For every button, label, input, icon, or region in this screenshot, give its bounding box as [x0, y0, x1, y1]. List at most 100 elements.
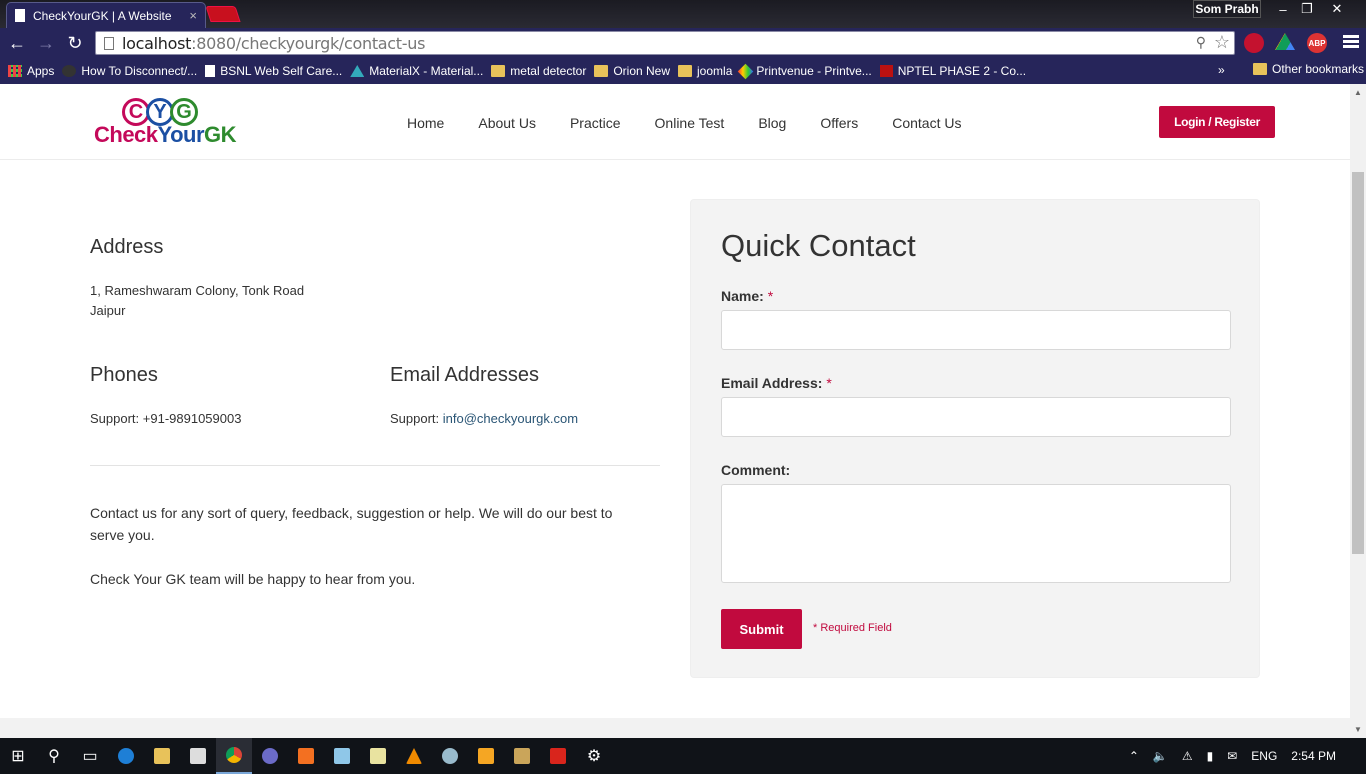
- required-field-note: * Required Field: [813, 622, 892, 634]
- chrome-taskbar-icon[interactable]: [216, 738, 252, 774]
- email-label: Email Address: *: [721, 375, 832, 391]
- acrobat-icon[interactable]: [540, 738, 576, 774]
- main-nav: Home About Us Practice Online Test Blog …: [390, 115, 978, 131]
- folder-icon: [491, 65, 506, 77]
- notes-icon[interactable]: [360, 738, 396, 774]
- address-bar[interactable]: localhost:8080/checkyourgk/contact-us ⚲ …: [95, 31, 1235, 55]
- phone-text: Support: +91-9891059003: [90, 411, 242, 426]
- bookmark-apps[interactable]: Apps: [8, 64, 54, 78]
- volume-icon[interactable]: 🔈: [1153, 749, 1168, 763]
- nav-online-test[interactable]: Online Test: [655, 115, 725, 131]
- site-icon: [62, 65, 77, 77]
- printvenue-icon: [738, 63, 754, 79]
- browser-tabstrip: CheckYourGK | A Website × Som Prabh – ❐ …: [0, 0, 1366, 28]
- address-heading: Address: [90, 236, 164, 258]
- scrollbar-thumb[interactable]: [1352, 172, 1364, 554]
- email-heading: Email Addresses: [390, 364, 539, 386]
- materialx-icon: [350, 65, 365, 77]
- forward-icon[interactable]: →: [34, 31, 58, 55]
- bookmark-folder[interactable]: Orion New: [594, 64, 670, 78]
- other-bookmarks[interactable]: Other bookmarks: [1253, 62, 1364, 76]
- nav-offers[interactable]: Offers: [820, 115, 858, 131]
- email-text: Support: info@checkyourgk.com: [390, 411, 579, 426]
- name-label: Name: *: [721, 288, 774, 304]
- tab-title: CheckYourGK | A Website: [33, 8, 172, 23]
- reload-icon[interactable]: ↻: [63, 31, 87, 55]
- url-text[interactable]: localhost:8080/checkyourgk/contact-us: [122, 34, 425, 53]
- bookmark-folder[interactable]: joomla: [678, 64, 732, 78]
- contact-paragraph: Contact us for any sort of query, feedba…: [90, 505, 613, 543]
- footer-strip: [0, 718, 1350, 738]
- team-paragraph: Check Your GK team will be happy to hear…: [90, 571, 416, 587]
- stop-extension-icon[interactable]: [1244, 33, 1264, 53]
- chrome-menu-icon[interactable]: [1343, 33, 1359, 53]
- network-icon[interactable]: ⚠: [1182, 749, 1193, 763]
- battery-icon[interactable]: ▮: [1207, 749, 1214, 763]
- bookmark-item[interactable]: NPTEL PHASE 2 - Co...: [879, 64, 1026, 78]
- bookmark-star-icon[interactable]: ☆: [1214, 32, 1230, 53]
- xampp-icon[interactable]: [288, 738, 324, 774]
- vlc-icon[interactable]: [396, 738, 432, 774]
- windows-start-icon[interactable]: ⊞: [0, 738, 36, 774]
- email-link[interactable]: info@checkyourgk.com: [443, 411, 578, 426]
- windows-taskbar: ⊞ ⚲ ▭ ⚙ ⌃ 🔈 ⚠ ▮ ✉ ENG 2:54 PM: [0, 738, 1366, 774]
- clock[interactable]: 2:54 PM: [1291, 749, 1336, 763]
- address-text: 1, Rameshwaram Colony, Tonk Road Jaipur: [90, 283, 305, 318]
- logo-wordmark: CheckYourGK: [94, 122, 237, 147]
- phones-heading: Phones: [90, 364, 158, 386]
- minimize-button[interactable]: –: [1270, 0, 1296, 18]
- tab-close-icon[interactable]: ×: [189, 8, 197, 23]
- task-view-icon[interactable]: ▭: [72, 738, 108, 774]
- scroll-down-icon[interactable]: ▼: [1354, 725, 1362, 734]
- file-explorer-icon[interactable]: [144, 738, 180, 774]
- language-indicator[interactable]: ENG: [1251, 749, 1277, 763]
- bookmark-item[interactable]: MaterialX - Material...: [350, 64, 483, 78]
- nav-blog[interactable]: Blog: [758, 115, 786, 131]
- bookmark-item[interactable]: How To Disconnect/...: [62, 64, 197, 78]
- restore-button[interactable]: ❐: [1294, 0, 1320, 18]
- back-icon[interactable]: ←: [5, 31, 29, 55]
- edge-icon[interactable]: [108, 738, 144, 774]
- quick-contact-form: Quick Contact Name: * Email Address: * Com…: [690, 199, 1260, 678]
- site-logo[interactable]: C Y G CheckYourGK: [94, 98, 250, 148]
- key-icon[interactable]: ⚲: [1196, 34, 1206, 51]
- adblock-icon[interactable]: ABP: [1307, 33, 1327, 53]
- search-icon[interactable]: ⚲: [36, 738, 72, 774]
- nav-practice[interactable]: Practice: [570, 115, 621, 131]
- app-icon[interactable]: [252, 738, 288, 774]
- bookmarks-bar: Apps How To Disconnect/... BSNL Web Self…: [0, 58, 1366, 84]
- page-icon: [15, 9, 25, 22]
- page-icon: [205, 65, 216, 77]
- browser-tab-active[interactable]: CheckYourGK | A Website ×: [6, 2, 206, 28]
- nav-home[interactable]: Home: [407, 115, 444, 131]
- notepad-icon[interactable]: [324, 738, 360, 774]
- nptel-icon: [879, 65, 893, 77]
- page-scrollbar[interactable]: ▲ ▼: [1350, 84, 1366, 738]
- bookmarks-overflow-button[interactable]: »: [1218, 63, 1225, 77]
- new-tab-button[interactable]: [205, 6, 241, 22]
- email-field[interactable]: [721, 397, 1231, 437]
- nav-contact-us[interactable]: Contact Us: [892, 115, 961, 131]
- bookmark-folder[interactable]: metal detector: [491, 64, 586, 78]
- settings-icon[interactable]: ⚙: [576, 738, 612, 774]
- comment-label: Comment:: [721, 462, 791, 478]
- page-info-icon[interactable]: [104, 36, 114, 50]
- scroll-up-icon[interactable]: ▲: [1354, 88, 1362, 97]
- folder-icon: [594, 65, 609, 77]
- site-header: C Y G CheckYourGK Home About Us Practice…: [0, 84, 1350, 160]
- chevron-up-icon[interactable]: ⌃: [1129, 749, 1139, 763]
- bookmark-item[interactable]: BSNL Web Self Care...: [205, 64, 342, 78]
- name-field[interactable]: [721, 310, 1231, 350]
- store-icon[interactable]: [180, 738, 216, 774]
- media-player-icon[interactable]: [468, 738, 504, 774]
- submit-button[interactable]: Submit: [721, 609, 802, 649]
- close-window-button[interactable]: ✕: [1324, 0, 1350, 18]
- bookmark-item[interactable]: Printvenue - Printve...: [738, 63, 872, 79]
- paint-icon[interactable]: [432, 738, 468, 774]
- profile-button[interactable]: Som Prabh: [1193, 0, 1261, 18]
- comment-textarea[interactable]: [721, 484, 1231, 583]
- login-register-button[interactable]: Login / Register: [1159, 106, 1275, 138]
- action-center-icon[interactable]: ✉: [1227, 749, 1237, 763]
- nav-about-us[interactable]: About Us: [478, 115, 536, 131]
- terminal-icon[interactable]: [504, 738, 540, 774]
